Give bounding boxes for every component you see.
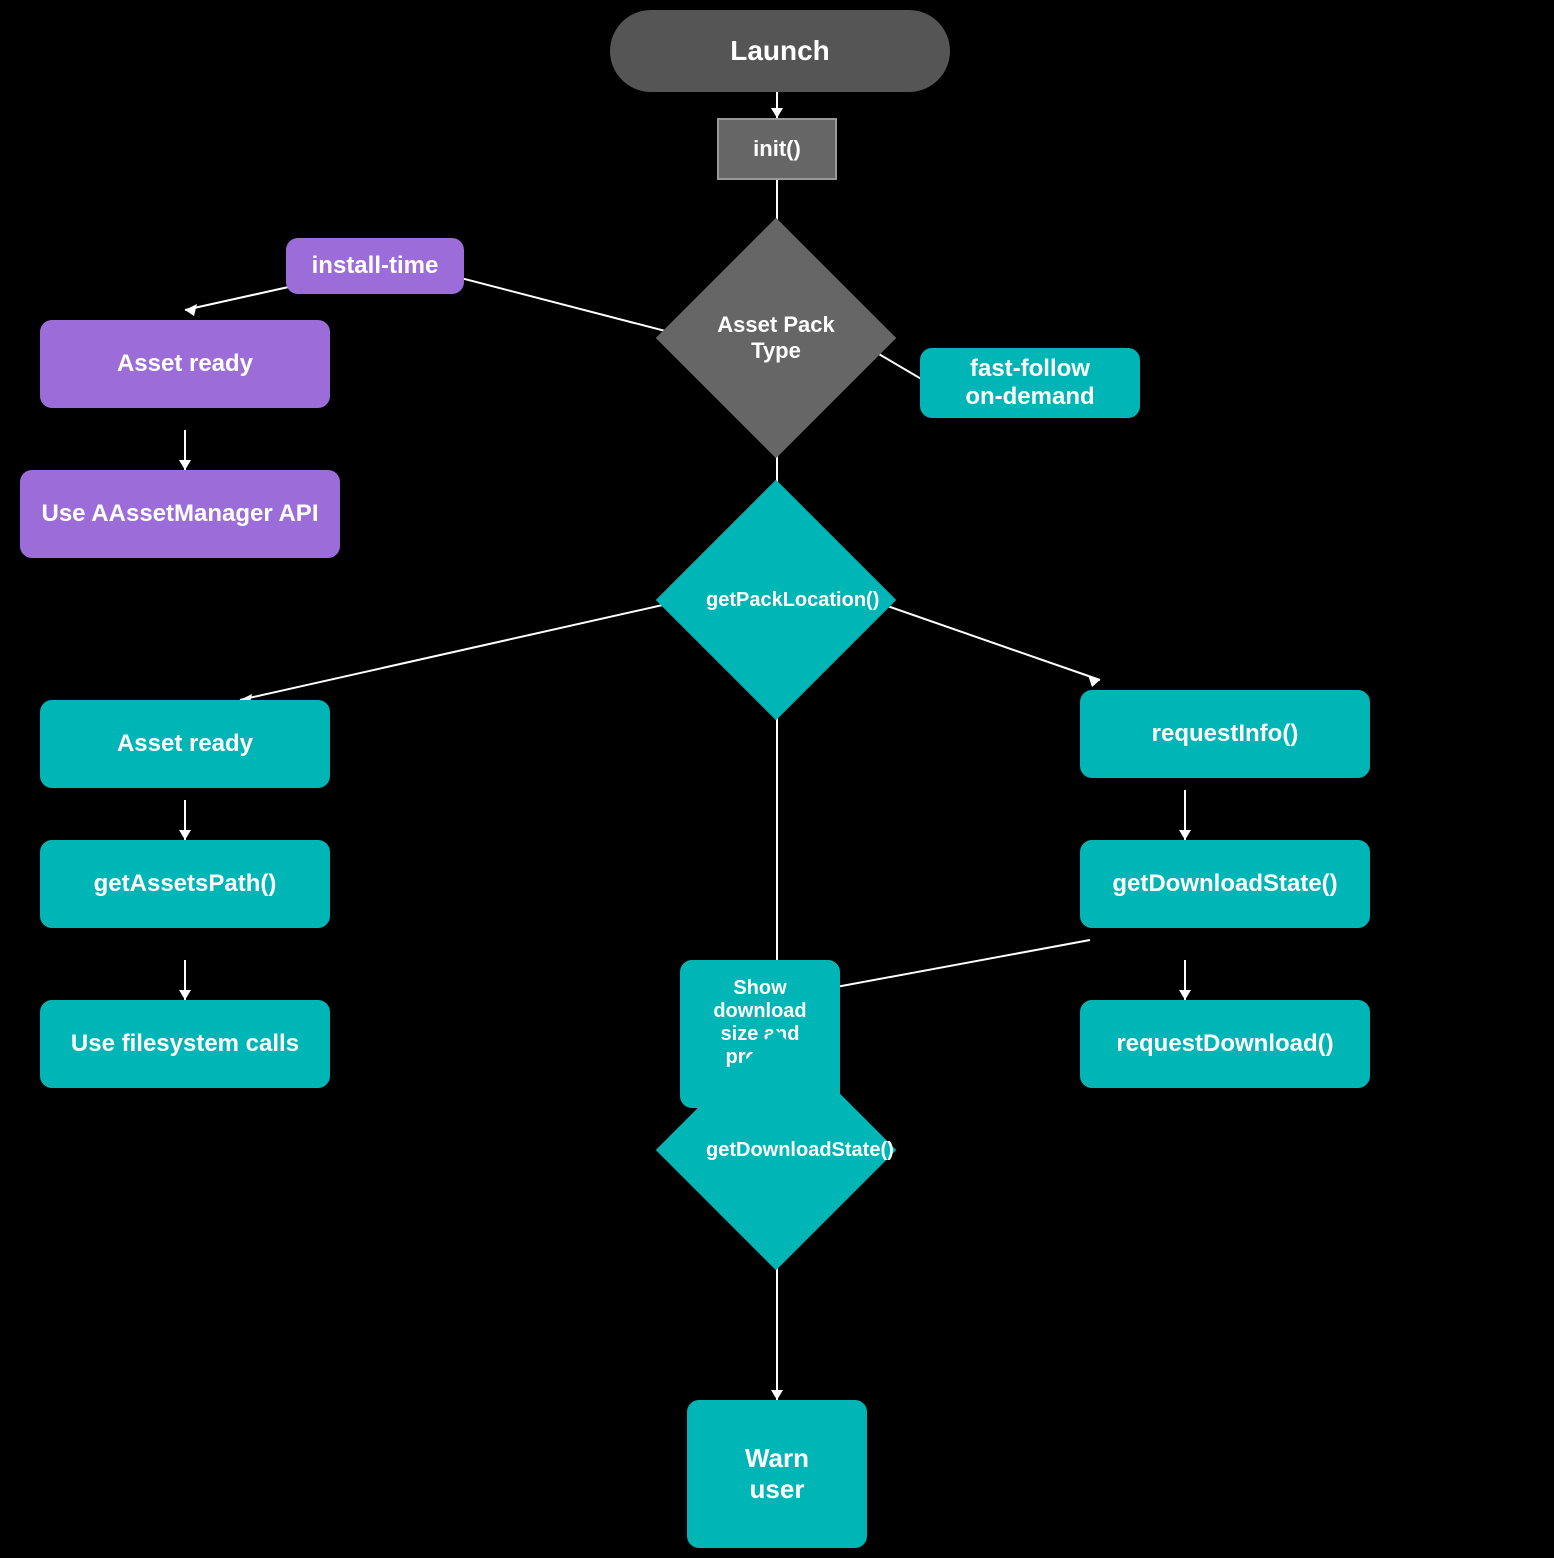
request-download-label: requestDownload() <box>1116 1030 1333 1058</box>
use-aasset-node: Use AAssetManager API <box>20 470 340 558</box>
fast-follow-node: fast-follow on-demand <box>920 348 1140 418</box>
use-filesystem-node: Use filesystem calls <box>40 1000 330 1088</box>
install-time-label: install-time <box>312 252 439 280</box>
asset-ready-teal-node: Asset ready <box>40 700 330 788</box>
get-download-state-right-label: getDownloadState() <box>1112 870 1337 898</box>
asset-ready-purple-label: Asset ready <box>117 350 253 378</box>
launch-label: Launch <box>730 35 830 67</box>
get-pack-location-label: getPackLocation() <box>706 588 846 612</box>
warn-user-label: Warn user <box>745 1443 809 1505</box>
fast-follow-label: fast-follow on-demand <box>965 355 1094 411</box>
install-time-node: install-time <box>286 238 464 294</box>
request-info-label: requestInfo() <box>1152 720 1299 748</box>
init-node: init() <box>717 118 837 180</box>
request-info-node: requestInfo() <box>1080 690 1370 778</box>
get-assets-path-node: getAssetsPath() <box>40 840 330 928</box>
get-pack-location-diamond: getPackLocation() <box>686 510 866 690</box>
get-download-state-bottom-diamond: getDownloadState() <box>686 1060 866 1240</box>
request-download-node: requestDownload() <box>1080 1000 1370 1088</box>
warn-user-node: Warn user <box>687 1400 867 1548</box>
use-filesystem-label: Use filesystem calls <box>71 1030 299 1058</box>
get-download-state-right-node: getDownloadState() <box>1080 840 1370 928</box>
init-label: init() <box>753 136 801 162</box>
get-download-state-bottom-label: getDownloadState() <box>706 1138 846 1162</box>
launch-node: Launch <box>610 10 950 92</box>
get-assets-path-label: getAssetsPath() <box>94 870 277 898</box>
asset-pack-type-label: Asset Pack Type <box>706 312 846 365</box>
asset-ready-purple-node: Asset ready <box>40 320 330 408</box>
use-aasset-label: Use AAssetManager API <box>42 500 319 528</box>
asset-pack-type-diamond: Asset Pack Type <box>686 248 866 428</box>
asset-ready-teal-label: Asset ready <box>117 730 253 758</box>
